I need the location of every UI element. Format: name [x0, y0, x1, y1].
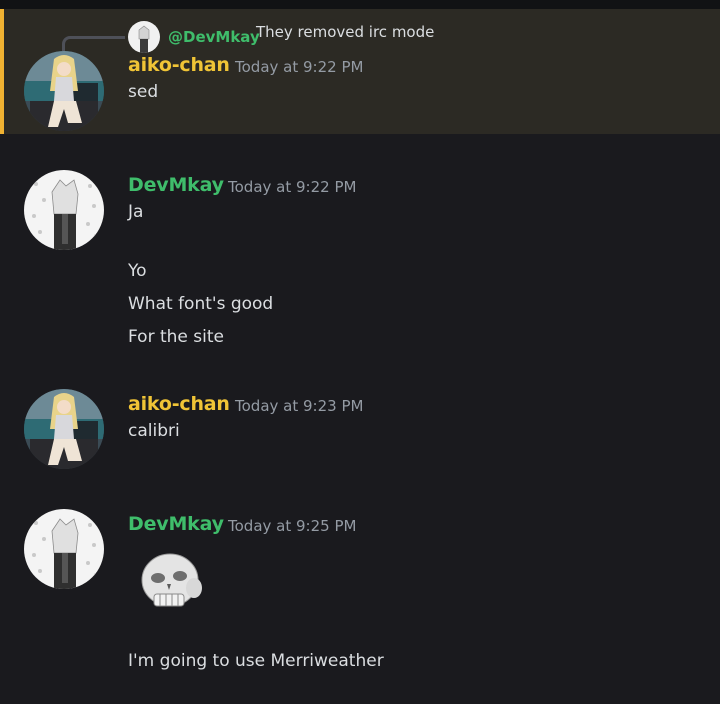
message-text: sed: [128, 82, 159, 102]
reply-author[interactable]: @DevMkay: [168, 28, 260, 46]
message[interactable]: DevMkay Today at 9:25 PM I'm going to us…: [0, 484, 720, 704]
message-text: For the site: [128, 327, 224, 347]
author-name[interactable]: DevMkay: [128, 174, 224, 196]
message-highlighted[interactable]: @DevMkay They removed irc mode aiko-chan…: [0, 9, 720, 134]
message-text: What font's good: [128, 294, 274, 314]
timestamp: Today at 9:23 PM: [235, 397, 364, 415]
reply-avatar[interactable]: [128, 21, 160, 53]
message[interactable]: aiko-chan Today at 9:23 PM calibri: [0, 364, 720, 484]
reply-preview-text[interactable]: They removed irc mode: [256, 23, 434, 41]
top-divider: [0, 0, 720, 9]
reply-connector: [62, 36, 125, 51]
message-text: calibri: [128, 421, 180, 441]
author-name[interactable]: aiko-chan: [128, 393, 230, 415]
avatar[interactable]: [24, 389, 104, 469]
avatar[interactable]: [24, 509, 104, 589]
author-name[interactable]: aiko-chan: [128, 54, 230, 76]
message-text: I'm going to use Merriweather: [128, 651, 384, 671]
skull-sticker-icon[interactable]: [136, 548, 208, 616]
timestamp: Today at 9:22 PM: [235, 58, 364, 76]
message-text: Yo: [128, 261, 147, 281]
avatar[interactable]: [24, 170, 104, 250]
message[interactable]: DevMkay Today at 9:22 PM Ja Yo What font…: [0, 134, 720, 364]
message-text: Ja: [128, 202, 144, 222]
timestamp: Today at 9:22 PM: [228, 178, 357, 196]
timestamp: Today at 9:25 PM: [228, 517, 357, 535]
avatar[interactable]: [24, 51, 104, 131]
author-name[interactable]: DevMkay: [128, 513, 224, 535]
